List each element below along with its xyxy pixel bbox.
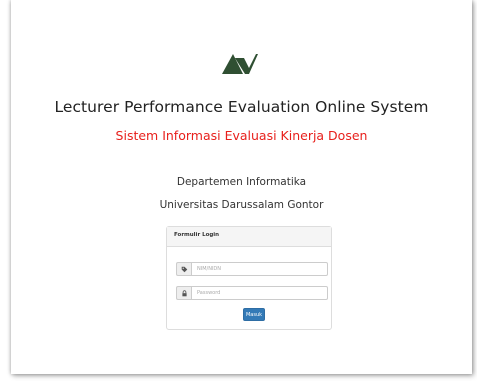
page-title: Lecturer Performance Evaluation Online S…: [54, 98, 429, 116]
login-panel: Formulir Login Masuk: [166, 226, 332, 330]
department-name: Departemen Informatika: [176, 176, 307, 188]
username-input-group: [176, 262, 328, 276]
login-button[interactable]: Masuk: [243, 308, 265, 321]
login-panel-heading: Formulir Login: [167, 227, 331, 247]
username-input[interactable]: [191, 262, 328, 276]
university-name: Universitas Darussalam Gontor: [159, 199, 324, 211]
password-input[interactable]: [191, 286, 328, 300]
page-subtitle: Sistem Informasi Evaluasi Kinerja Dosen: [115, 128, 368, 143]
page-frame: Lecturer Performance Evaluation Online S…: [11, 0, 472, 374]
lock-icon: [176, 286, 191, 300]
av-mountain-logo-icon: [222, 54, 258, 74]
tag-icon: [176, 262, 191, 276]
password-input-group: [176, 286, 328, 300]
